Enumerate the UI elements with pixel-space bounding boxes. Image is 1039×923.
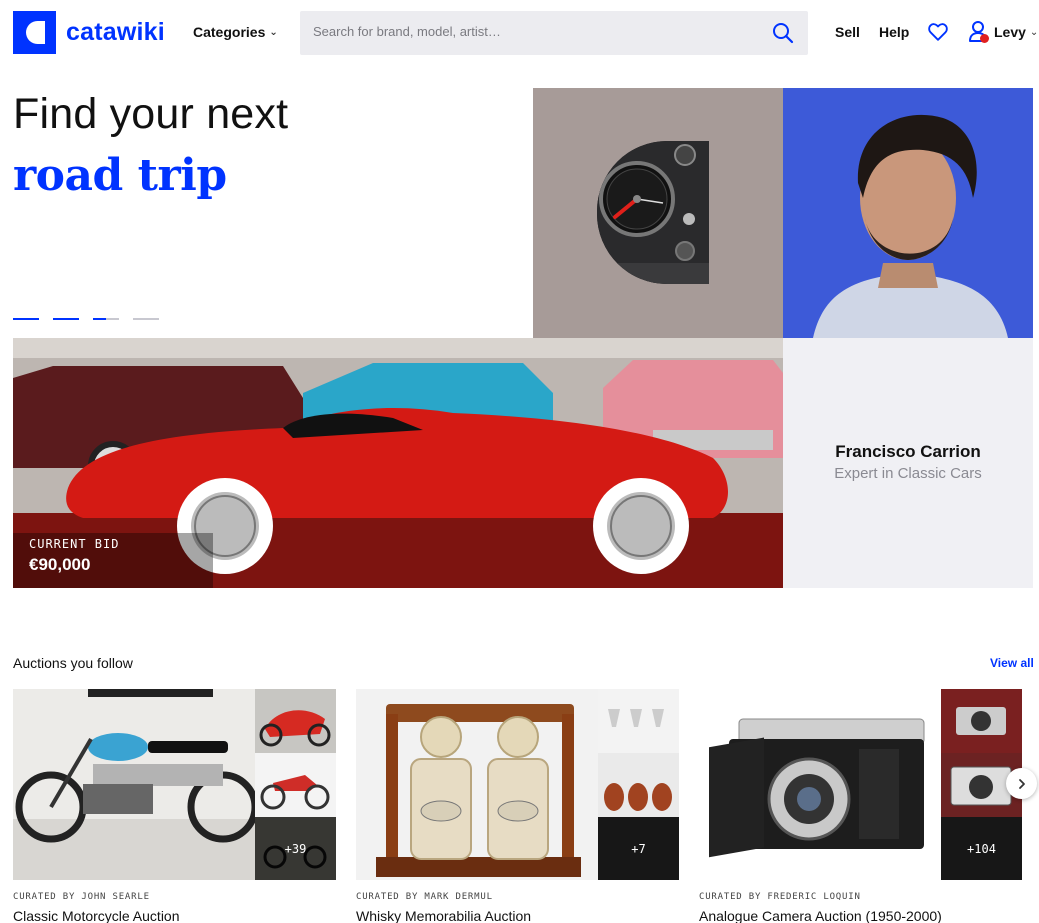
auction-thumb-3: +7 [598, 817, 679, 881]
expert-role: Expert in Classic Cars [834, 465, 982, 482]
auction-thumb-2 [598, 753, 679, 817]
auction-main-image [356, 689, 598, 880]
user-name: Levy [994, 24, 1026, 40]
search-bar [300, 11, 808, 55]
auction-thumb-2 [255, 753, 336, 817]
chevron-right-icon [1018, 778, 1025, 789]
help-link[interactable]: Help [879, 24, 909, 40]
section-title-auctions: Auctions you follow [13, 655, 133, 671]
slide-indicator-4[interactable] [133, 318, 159, 320]
slide-indicator-3[interactable] [93, 318, 119, 320]
card-title[interactable]: Whisky Memorabilia Auction [356, 908, 531, 923]
logo-mark-icon [13, 11, 56, 54]
expert-info-panel: Francisco Carrion Expert in Classic Cars [783, 338, 1033, 588]
search-input[interactable] [313, 24, 753, 39]
catawiki-logo[interactable]: catawiki [13, 11, 165, 54]
hero-gauge-image [533, 88, 783, 338]
auction-main-image [13, 689, 255, 880]
current-bid-label: CURRENT BID [29, 537, 120, 551]
more-images-count: +104 [941, 817, 1022, 880]
auction-thumb-3: +39 [255, 817, 336, 881]
card-curator: CURATED BY FREDERIC LOQUIN [699, 892, 861, 902]
auction-main-image [699, 689, 941, 880]
sell-link[interactable]: Sell [835, 24, 860, 40]
logo-text: catawiki [66, 18, 165, 46]
gauge-cutout [597, 141, 709, 284]
more-images-count: +7 [598, 817, 679, 880]
hero-title-line2: road trip [13, 150, 227, 201]
hero-title-line1: Find your next [13, 90, 289, 138]
categories-menu-button[interactable]: Categories ⌄ [193, 24, 278, 40]
more-images-count: +39 [255, 817, 336, 880]
categories-label: Categories [193, 24, 266, 40]
expert-name: Francisco Carrion [835, 442, 981, 461]
hero-slide-indicators [13, 318, 159, 320]
user-icon [968, 20, 990, 44]
auction-thumb-1 [941, 689, 1022, 753]
view-all-link[interactable]: View all [990, 656, 1034, 670]
heart-icon[interactable] [927, 21, 949, 43]
expert-portrait-image [783, 88, 1033, 338]
user-menu-button[interactable]: Levy ⌄ [968, 20, 1038, 44]
auction-thumb-1 [255, 689, 336, 753]
auction-thumb-1 [598, 689, 679, 753]
hero-classic-car-image[interactable]: CURRENT BID €90,000 [13, 338, 783, 588]
card-title[interactable]: Classic Motorcycle Auction [13, 908, 180, 923]
carousel-next-button[interactable] [1006, 768, 1037, 799]
slide-indicator-1[interactable] [13, 318, 39, 320]
card-curator: CURATED BY JOHN SEARLE [13, 892, 150, 902]
search-icon[interactable] [772, 22, 794, 44]
chevron-down-icon: ⌄ [269, 26, 278, 38]
site-header: catawiki Categories ⌄ Sell Help Levy ⌄ [0, 0, 1039, 66]
card-curator: CURATED BY MARK DERMUL [356, 892, 493, 902]
slide-indicator-2[interactable] [53, 318, 79, 320]
current-bid-value: €90,000 [29, 555, 91, 574]
notification-badge [980, 34, 989, 43]
card-title[interactable]: Analogue Camera Auction (1950-2000) [699, 908, 942, 923]
auction-thumb-3: +104 [941, 817, 1022, 881]
chevron-down-icon: ⌄ [1029, 26, 1039, 38]
